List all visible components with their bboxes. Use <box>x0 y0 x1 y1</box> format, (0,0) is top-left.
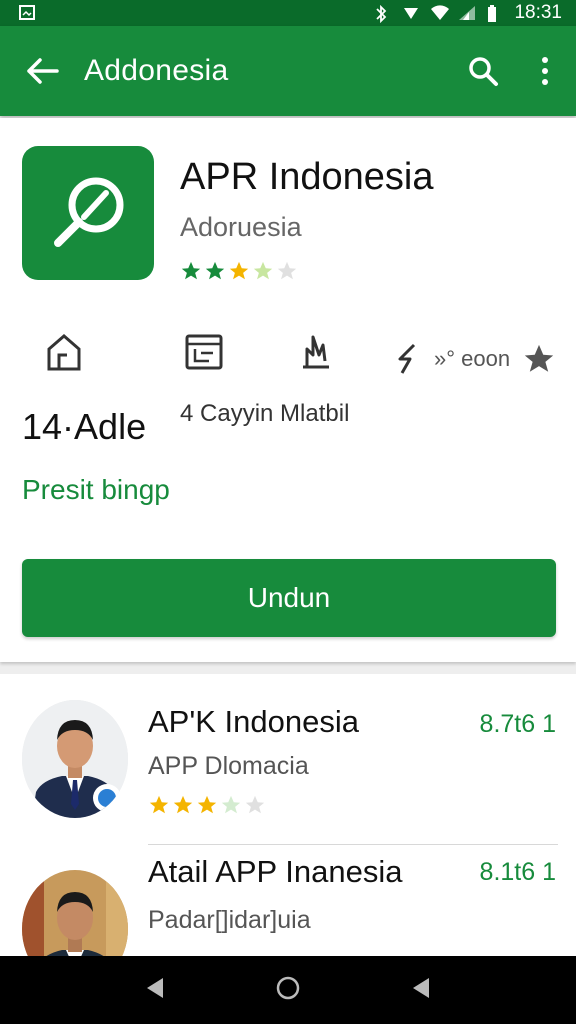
list-item-subtitle: Padar[]idar]uia <box>148 906 311 934</box>
list-item-stars <box>148 794 266 816</box>
list-divider <box>148 844 558 845</box>
star-filled-icon <box>229 261 249 280</box>
home-icon <box>42 330 86 374</box>
star-half-icon <box>253 261 273 280</box>
hand-icon <box>294 330 338 374</box>
bluetooth-icon <box>374 4 392 24</box>
circle-home-icon <box>276 976 300 999</box>
star-filled-icon <box>149 795 169 814</box>
list-item-subtitle: APP Dlomacia <box>148 752 309 780</box>
nav-back-button[interactable] <box>144 976 166 1005</box>
star-empty-icon <box>221 795 241 814</box>
list-item[interactable]: AP'K Indonesia APP Dlomacia 8.7t6 1 <box>0 674 576 846</box>
app-icon <box>22 146 154 280</box>
more-vert-icon <box>542 57 548 85</box>
list-item-rating: 8.1t6 1 <box>479 858 556 886</box>
app-bar: Addonesia <box>0 26 576 116</box>
list-item[interactable]: Atail APP Inanesia Padar[]idar]uia 8.1t6… <box>0 846 576 956</box>
status-icons: 18:31 <box>374 2 562 24</box>
size-stat: 14·Adle <box>22 406 147 447</box>
star-filled-icon <box>205 261 225 280</box>
page-title: Addonesia <box>84 54 229 87</box>
search-icon <box>469 57 498 86</box>
star-empty-icon <box>245 795 265 814</box>
triangle-back-icon <box>147 977 164 998</box>
star-filled-icon <box>181 261 201 280</box>
rating-stat-label: »° eoon <box>434 346 511 371</box>
developer-name[interactable]: Adoruesia <box>180 212 302 243</box>
star-icon <box>524 344 554 372</box>
status-time: 18:31 <box>514 2 562 23</box>
triangle-back-icon <box>412 977 429 998</box>
magnifier-logo-icon <box>54 177 124 247</box>
search-button[interactable] <box>452 26 514 116</box>
similar-apps-list: AP'K Indonesia APP Dlomacia 8.7t6 1 Atai… <box>0 674 576 956</box>
app-name: APR Indonesia <box>180 156 434 198</box>
signal-icon <box>458 5 476 21</box>
more-options-button[interactable] <box>514 26 576 116</box>
app-rating-stars <box>180 260 298 282</box>
wifi-icon <box>430 5 450 21</box>
app-details-card: APR Indonesia Adoruesia »° eoon 14·Adle … <box>0 118 576 662</box>
arrow-left-icon <box>27 58 59 84</box>
read-more-link[interactable]: Presit bingp <box>22 474 170 506</box>
list-item-title: AP'K Indonesia <box>148 704 360 739</box>
star-empty-icon <box>277 261 297 280</box>
rating-stat: »° eoon <box>394 342 556 376</box>
install-button[interactable]: Undun <box>22 559 556 637</box>
battery-icon <box>486 5 504 22</box>
star-filled-icon <box>173 795 193 814</box>
installs-stat: 4 Cayyin Mlatbil <box>180 400 350 427</box>
screenshot-notification-icon <box>18 5 36 21</box>
status-bar: 18:31 <box>0 0 576 26</box>
star-filled-icon <box>197 795 217 814</box>
document-icon <box>182 330 226 374</box>
nav-recents-button[interactable] <box>410 976 432 1005</box>
system-nav-bar <box>0 956 576 1024</box>
avatar <box>22 870 128 956</box>
back-button[interactable] <box>0 26 84 116</box>
list-item-rating: 8.7t6 1 <box>479 710 556 738</box>
avatar <box>22 700 128 818</box>
lightning-icon <box>398 343 416 374</box>
list-item-title: Atail APP Inanesia <box>148 854 403 889</box>
vibrate-icon <box>402 5 420 21</box>
nav-home-button[interactable] <box>275 975 301 1006</box>
